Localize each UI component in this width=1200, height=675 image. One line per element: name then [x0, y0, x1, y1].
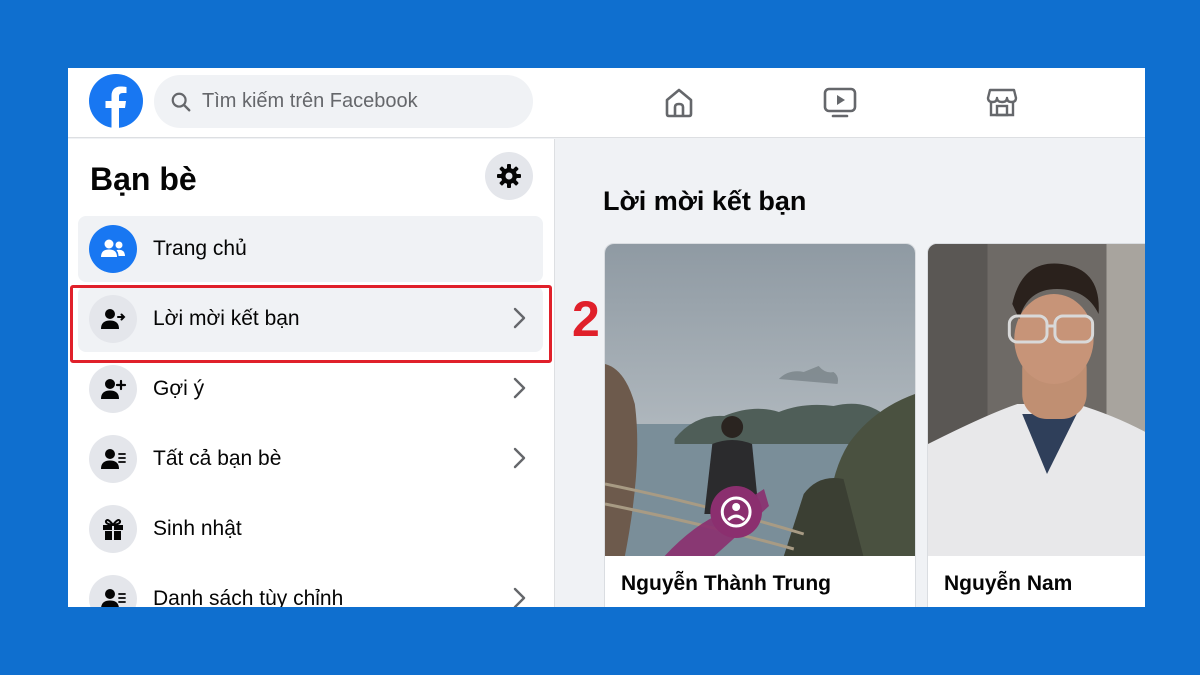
- home-icon: [665, 88, 693, 118]
- watch-icon: [823, 87, 857, 118]
- requester-name[interactable]: Nguyễn Nam: [944, 572, 1072, 596]
- step-number: 2: [572, 291, 600, 347]
- home-tab[interactable]: [659, 82, 699, 122]
- sidebar-title: Bạn bè: [90, 161, 197, 197]
- facebook-logo-icon[interactable]: [89, 74, 143, 128]
- chevron-right-icon: [513, 447, 526, 469]
- watch-tab[interactable]: [820, 82, 860, 122]
- profile-photo[interactable]: [928, 244, 1145, 556]
- friend-requests-heading: Lời mời kết bạn: [603, 186, 807, 216]
- step-highlight-box: [70, 285, 552, 363]
- sidebar-item-home[interactable]: Trang chủ: [78, 216, 543, 282]
- search-bar[interactable]: [154, 75, 533, 128]
- add-friend-icon: [89, 365, 137, 413]
- chevron-right-icon: [513, 377, 526, 399]
- friend-request-card[interactable]: Nguyễn Nam: [927, 243, 1145, 607]
- friend-request-card[interactable]: Nguyễn Thành Trung: [604, 243, 916, 607]
- sidebar-item-suggestions[interactable]: Gợi ý: [78, 356, 543, 422]
- chevron-right-icon: [513, 587, 526, 607]
- search-input[interactable]: [202, 90, 522, 113]
- sidebar-item-label: Trang chủ: [153, 237, 247, 260]
- gear-icon: [497, 164, 521, 188]
- profile-photo[interactable]: [605, 244, 915, 556]
- friend-list-icon: [89, 435, 137, 483]
- custom-list-icon: [89, 575, 137, 607]
- sidebar-item-all-friends[interactable]: Tất cả bạn bè: [78, 426, 543, 492]
- sidebar-item-label: Sinh nhật: [153, 517, 242, 540]
- search-icon: [171, 92, 191, 111]
- sidebar-item-label: Tất cả bạn bè: [153, 447, 282, 470]
- marketplace-icon: [986, 88, 1018, 117]
- marketplace-tab[interactable]: [982, 82, 1022, 122]
- requester-name[interactable]: Nguyễn Thành Trung: [621, 572, 831, 596]
- gift-icon: [89, 505, 137, 553]
- friends-icon: [89, 225, 137, 273]
- sidebar-item-label: Danh sách tùy chỉnh: [153, 587, 344, 607]
- sidebar-item-custom-lists[interactable]: Danh sách tùy chỉnh: [78, 566, 543, 607]
- sidebar-item-label: Gợi ý: [153, 377, 205, 400]
- sidebar-item-birthdays[interactable]: Sinh nhật: [78, 496, 543, 562]
- settings-button[interactable]: [485, 152, 533, 200]
- top-navigation-bar: [68, 68, 1145, 138]
